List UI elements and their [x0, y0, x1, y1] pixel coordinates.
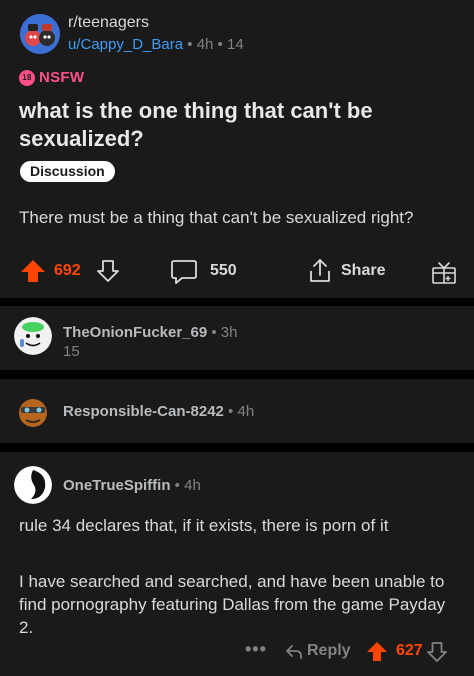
- comment-time: • 4h: [170, 477, 201, 494]
- comment-paragraph: I have searched and searched, and have b…: [19, 572, 446, 637]
- nsfw-label: NSFW: [39, 69, 85, 86]
- downvote-icon[interactable]: [426, 641, 448, 668]
- more-icon[interactable]: •••: [245, 639, 267, 660]
- post-meta: u/Cappy_D_Bara • 4h • 14: [68, 36, 244, 53]
- post-actions-bar: 692 550 Share: [0, 257, 474, 287]
- post-author[interactable]: u/Cappy_D_Bara: [68, 36, 183, 53]
- post-score: 692: [54, 262, 81, 279]
- post-body: There must be a thing that can't be sexu…: [19, 208, 414, 227]
- comment-score: 627: [396, 642, 423, 659]
- nsfw-tag: 18 NSFW: [19, 69, 84, 86]
- award-icon[interactable]: [431, 259, 457, 290]
- post-card: r/teenagers u/Cappy_D_Bara • 4h • 14 18 …: [0, 0, 474, 298]
- comment-actions-bar: ••• Reply 627: [0, 639, 474, 667]
- user-avatar[interactable]: [14, 392, 52, 430]
- comment-score: 15: [63, 343, 80, 360]
- upvote-icon[interactable]: [366, 641, 388, 668]
- comment-author[interactable]: Responsible-Can-8242 • 4h: [63, 403, 254, 420]
- downvote-icon[interactable]: [96, 259, 120, 288]
- user-avatar[interactable]: [14, 466, 52, 504]
- share-button[interactable]: Share: [341, 262, 385, 280]
- meta-separator: •: [187, 36, 193, 53]
- comment-item: Responsible-Can-8242 • 4h: [0, 379, 474, 443]
- comment-author[interactable]: TheOnionFucker_69 • 3h: [63, 324, 238, 341]
- comment-item: TheOnionFucker_69 • 3h 15: [0, 306, 474, 370]
- comment-icon[interactable]: [170, 259, 198, 290]
- comment-item: OneTrueSpiffin • 4h rule 34 declares tha…: [0, 452, 474, 676]
- user-avatar[interactable]: [14, 317, 52, 355]
- meta-separator: •: [217, 36, 223, 53]
- post-meta-count: 14: [226, 36, 244, 53]
- comment-paragraph: rule 34 declares that, if it exists, the…: [19, 516, 389, 535]
- post-title[interactable]: what is the one thing that can't be sexu…: [19, 97, 459, 153]
- share-icon[interactable]: [306, 257, 334, 290]
- upvote-icon[interactable]: [20, 259, 46, 288]
- subreddit-name[interactable]: r/teenagers: [68, 14, 149, 32]
- comment-count: 550: [210, 262, 237, 279]
- comment-author-name[interactable]: OneTrueSpiffin: [63, 477, 171, 494]
- comment-author-name[interactable]: Responsible-Can-8242: [63, 403, 224, 420]
- comment-time: • 4h: [223, 403, 255, 420]
- post-age: 4h: [196, 36, 214, 53]
- nsfw-icon: 18: [19, 69, 35, 86]
- post-flair[interactable]: Discussion: [20, 161, 115, 182]
- reply-icon[interactable]: [284, 642, 304, 667]
- reply-button[interactable]: Reply: [307, 642, 351, 660]
- subreddit-avatar[interactable]: [20, 14, 60, 54]
- comment-time: • 3h: [207, 324, 238, 341]
- comment-author-name[interactable]: TheOnionFucker_69: [63, 324, 207, 341]
- comment-author[interactable]: OneTrueSpiffin • 4h: [63, 477, 201, 494]
